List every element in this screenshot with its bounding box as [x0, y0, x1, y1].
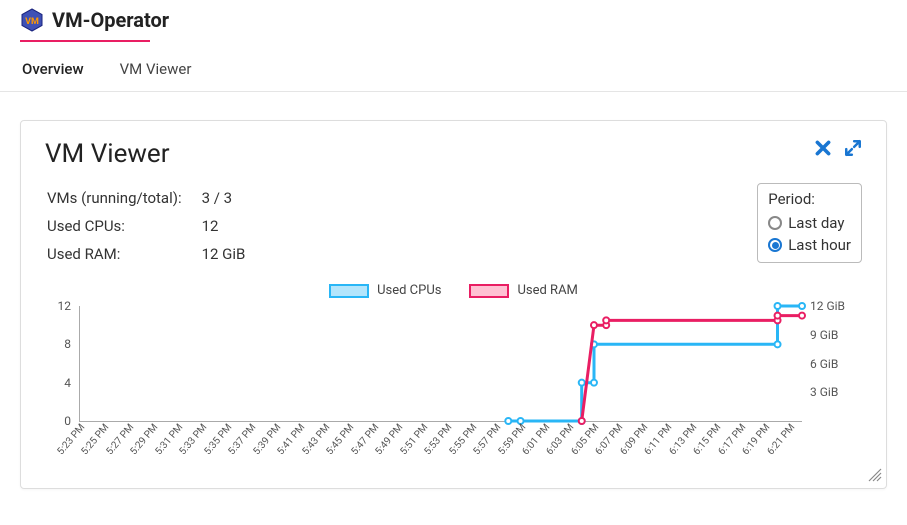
- y-right-tick: 6 GiB: [810, 357, 838, 371]
- stat-vms: VMs (running/total): 3 / 3: [47, 185, 245, 211]
- y-left-tick: 0: [64, 414, 71, 428]
- legend-swatch-cpu: [329, 284, 369, 298]
- chart-legend: Used CPUs Used RAM: [45, 283, 862, 298]
- y-right-tick: 3 GiB: [810, 385, 838, 399]
- y-axis-left: 04812: [45, 306, 75, 422]
- chart-point: [591, 322, 597, 328]
- stat-ram-value: 12 GiB: [202, 241, 246, 267]
- svg-text:VM: VM: [25, 17, 39, 27]
- resize-handle-icon[interactable]: [868, 467, 882, 486]
- close-icon[interactable]: [814, 139, 832, 161]
- period-option-last-hour[interactable]: Last hour: [768, 234, 851, 256]
- period-selector: Period: Last day Last hour: [757, 183, 862, 263]
- stat-vms-value: 3 / 3: [202, 185, 246, 211]
- period-option-last-day[interactable]: Last day: [768, 212, 851, 234]
- legend-cpu-label: Used CPUs: [377, 283, 441, 298]
- x-axis: 5:23 PM5:25 PM5:27 PM5:29 PM5:31 PM5:33 …: [79, 422, 802, 466]
- period-last-day-label: Last day: [788, 214, 844, 232]
- y-right-tick: 12 GiB: [810, 299, 845, 313]
- radio-icon: [768, 238, 782, 252]
- stat-vms-label: VMs (running/total):: [47, 185, 200, 211]
- chart-point: [591, 380, 597, 386]
- stat-cpus: Used CPUs: 12: [47, 213, 245, 239]
- chart-svg: [80, 306, 802, 421]
- chart-line: [582, 316, 802, 421]
- y-right-tick: 9 GiB: [810, 328, 838, 342]
- stat-cpus-label: Used CPUs:: [47, 213, 200, 239]
- vm-operator-logo-icon: VM: [20, 8, 44, 32]
- y-left-tick: 12: [58, 299, 72, 313]
- vm-viewer-card: VM Viewer VMs (running/total): 3 / 3: [20, 120, 887, 489]
- chart-point: [579, 380, 585, 386]
- chart-point: [775, 303, 781, 309]
- legend-swatch-ram: [469, 284, 509, 298]
- chart-point: [799, 313, 805, 319]
- period-title: Period:: [768, 190, 851, 208]
- period-last-hour-label: Last hour: [788, 236, 851, 254]
- chart-point: [775, 341, 781, 347]
- y-axis-right: 3 GiB6 GiB9 GiB12 GiB: [806, 306, 862, 422]
- chart-point: [775, 313, 781, 319]
- y-left-tick: 4: [64, 376, 71, 390]
- brand: VM VM-Operator: [20, 8, 887, 38]
- legend-item-cpu[interactable]: Used CPUs: [329, 283, 441, 298]
- stats-block: VMs (running/total): 3 / 3 Used CPUs: 12…: [45, 183, 247, 269]
- chart-point: [799, 303, 805, 309]
- chart-line: [508, 306, 802, 421]
- tab-vm-viewer[interactable]: VM Viewer: [118, 50, 194, 91]
- expand-icon[interactable]: [844, 139, 862, 161]
- app-title: VM-Operator: [52, 8, 169, 32]
- chart-plot: [79, 306, 802, 422]
- chart-area: 04812 3 GiB6 GiB9 GiB12 GiB 5:23 PM5:25 …: [45, 306, 862, 466]
- y-left-tick: 8: [64, 337, 71, 351]
- tabs: Overview VM Viewer: [20, 42, 887, 91]
- chart-point: [603, 317, 609, 323]
- tab-overview[interactable]: Overview: [20, 50, 86, 91]
- stat-ram-label: Used RAM:: [47, 241, 200, 267]
- stat-cpus-value: 12: [202, 213, 246, 239]
- legend-ram-label: Used RAM: [517, 283, 577, 298]
- legend-item-ram[interactable]: Used RAM: [469, 283, 577, 298]
- card-title: VM Viewer: [45, 139, 170, 169]
- topbar: VM VM-Operator Overview VM Viewer: [0, 0, 907, 92]
- stat-ram: Used RAM: 12 GiB: [47, 241, 245, 267]
- radio-icon: [768, 216, 782, 230]
